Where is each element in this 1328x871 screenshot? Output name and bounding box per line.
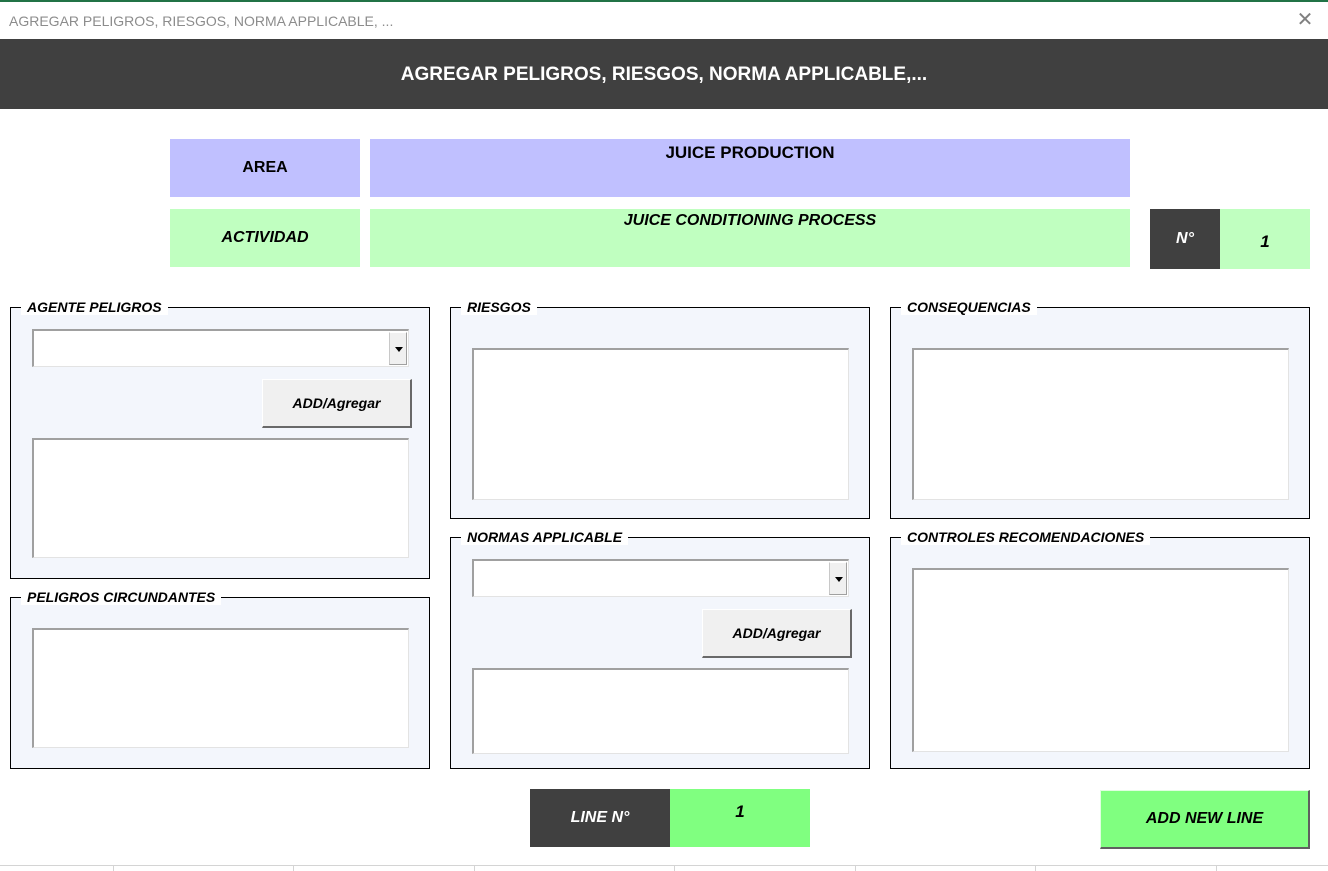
- window-title: AGREGAR PELIGROS, RIESGOS, NORMA APPLICA…: [9, 13, 394, 29]
- actividad-label: ACTIVIDAD: [170, 209, 360, 267]
- close-icon[interactable]: ✕: [1296, 9, 1314, 31]
- agente-add-button[interactable]: ADD/Agregar: [262, 379, 412, 428]
- line-number-value: 1: [670, 789, 810, 847]
- add-new-line-button[interactable]: ADD NEW LINE: [1100, 790, 1310, 849]
- normas-frame: NORMAS APPLICABLE ADD/Agregar: [450, 529, 870, 769]
- dialog-window: AGREGAR PELIGROS, RIESGOS, NORMA APPLICA…: [0, 0, 1328, 871]
- area-label: AREA: [170, 139, 360, 197]
- area-value: JUICE PRODUCTION: [370, 139, 1130, 197]
- spreadsheet-grid-strip: [0, 865, 1328, 871]
- peligros-circundantes-frame: PELIGROS CIRCUNDANTES: [10, 589, 430, 769]
- number-label: N°: [1150, 209, 1220, 269]
- riesgos-textbox[interactable]: [472, 348, 849, 500]
- actividad-value: JUICE CONDITIONING PROCESS: [370, 209, 1130, 267]
- title-bar: AGREGAR PELIGROS, RIESGOS, NORMA APPLICA…: [0, 2, 1328, 39]
- number-value: 1: [1220, 209, 1310, 269]
- controles-frame: CONTROLES RECOMENDACIONES: [890, 529, 1310, 769]
- chevron-down-icon[interactable]: [389, 332, 407, 365]
- controles-textbox[interactable]: [912, 568, 1289, 752]
- normas-caption: NORMAS APPLICABLE: [461, 529, 629, 545]
- agente-peligros-caption: AGENTE PELIGROS: [21, 299, 168, 315]
- riesgos-caption: RIESGOS: [461, 299, 537, 315]
- agente-peligros-combo[interactable]: [32, 329, 409, 367]
- peligros-circundantes-textbox[interactable]: [32, 628, 409, 748]
- chevron-down-icon[interactable]: [829, 562, 847, 595]
- line-number-label: LINE N°: [530, 789, 670, 847]
- normas-add-button[interactable]: ADD/Agregar: [702, 609, 852, 658]
- form-banner: AGREGAR PELIGROS, RIESGOS, NORMA APPLICA…: [0, 39, 1328, 109]
- normas-combo[interactable]: [472, 559, 849, 597]
- normas-list[interactable]: [472, 668, 849, 754]
- riesgos-frame: RIESGOS: [450, 299, 870, 519]
- agente-peligros-list[interactable]: [32, 438, 409, 558]
- agente-peligros-frame: AGENTE PELIGROS ADD/Agregar: [10, 299, 430, 579]
- peligros-circundantes-caption: PELIGROS CIRCUNDANTES: [21, 589, 222, 605]
- controles-caption: CONTROLES RECOMENDACIONES: [901, 529, 1151, 545]
- consequencias-frame: CONSEQUENCIAS: [890, 299, 1310, 519]
- consequencias-caption: CONSEQUENCIAS: [901, 299, 1037, 315]
- consequencias-textbox[interactable]: [912, 348, 1289, 500]
